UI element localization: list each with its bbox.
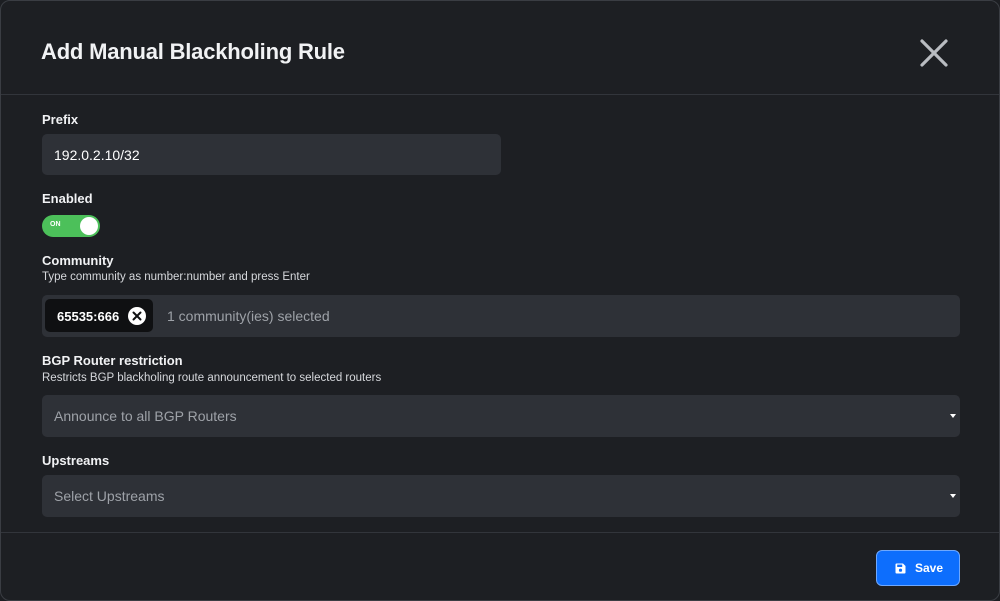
upstreams-select[interactable]: Select Upstreams <box>42 475 960 517</box>
caret-down-icon <box>950 494 956 498</box>
floppy-disk-icon <box>895 563 906 574</box>
community-help-text: Type community as number:number and pres… <box>42 271 310 283</box>
add-blackholing-rule-modal: Add Manual Blackholing Rule Prefix Enabl… <box>0 0 1000 601</box>
modal-footer: Save <box>1 532 999 600</box>
prefix-label: Prefix <box>42 112 79 127</box>
bgp-router-placeholder: Announce to all BGP Routers <box>54 408 237 424</box>
modal-header: Add Manual Blackholing Rule <box>1 1 999 95</box>
toggle-knob <box>80 217 98 235</box>
community-tag-label: 65535:666 <box>57 309 120 324</box>
upstreams-label: Upstreams <box>42 453 110 468</box>
community-selected-summary: 1 community(ies) selected <box>167 308 330 324</box>
bgp-router-select[interactable]: Announce to all BGP Routers <box>42 395 960 437</box>
bgp-router-label: BGP Router restriction <box>42 353 183 368</box>
close-circle-icon <box>128 307 146 325</box>
toggle-state-text: ON <box>50 221 61 228</box>
enabled-toggle[interactable]: ON <box>42 215 100 237</box>
enabled-label: Enabled <box>42 191 93 206</box>
close-button[interactable] <box>915 34 953 72</box>
prefix-input[interactable] <box>42 134 501 175</box>
modal-title: Add Manual Blackholing Rule <box>41 39 345 64</box>
community-label: Community <box>42 253 114 268</box>
upstreams-placeholder: Select Upstreams <box>54 488 165 504</box>
bgp-router-help-text: Restricts BGP blackholing route announce… <box>42 372 382 384</box>
save-button-label: Save <box>915 561 944 575</box>
caret-down-icon <box>950 414 956 418</box>
close-icon <box>920 39 948 67</box>
community-tag: 65535:666 <box>45 299 153 332</box>
save-button[interactable]: Save <box>876 550 960 586</box>
community-tag-input[interactable]: 65535:666 1 community(ies) selected <box>42 295 960 337</box>
remove-tag-button[interactable] <box>128 307 146 325</box>
